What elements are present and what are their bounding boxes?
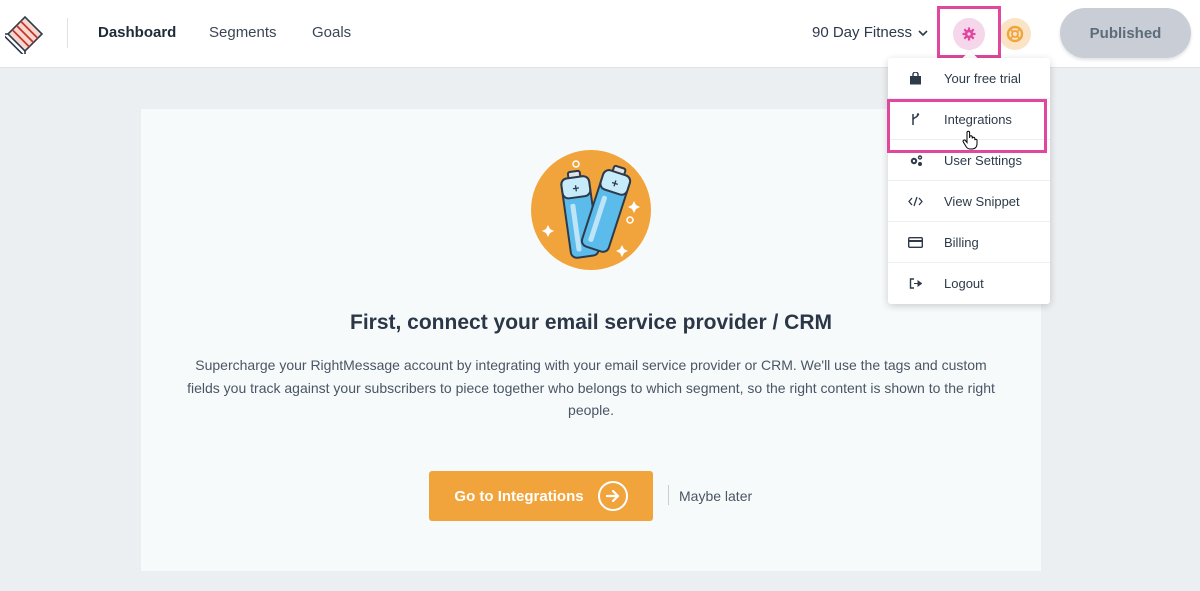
cta-divider: [668, 485, 669, 505]
settings-button[interactable]: [953, 18, 985, 50]
menu-item-user-settings[interactable]: User Settings: [888, 140, 1050, 181]
shopping-bag-icon: [908, 71, 923, 86]
site-selector-dropdown[interactable]: 90 Day Fitness: [812, 24, 928, 41]
branch-icon: [908, 112, 923, 127]
chevron-down-icon: [918, 29, 928, 36]
menu-item-integrations[interactable]: Integrations: [888, 99, 1050, 140]
card-title: First, connect your email service provid…: [350, 311, 832, 334]
cta-label: Go to Integrations: [454, 487, 584, 505]
nav-segments[interactable]: Segments: [209, 24, 277, 41]
menu-item-view-snippet[interactable]: View Snippet: [888, 181, 1050, 222]
sign-out-icon: [908, 276, 923, 291]
menu-item-label: Logout: [944, 276, 984, 291]
menu-item-billing[interactable]: Billing: [888, 222, 1050, 263]
gear-icon: [962, 27, 976, 41]
menu-item-logout[interactable]: Logout: [888, 263, 1050, 304]
menu-item-label: Your free trial: [944, 70, 1021, 86]
help-button[interactable]: [999, 18, 1031, 50]
nav-dashboard[interactable]: Dashboard: [98, 24, 176, 41]
menu-item-free-trial[interactable]: Your free trial: [888, 58, 1050, 99]
batteries-illustration: + +: [531, 150, 651, 270]
logo-divider: [67, 18, 68, 48]
menu-item-label: View Snippet: [944, 193, 1020, 209]
code-icon: [908, 194, 923, 209]
nav-goals[interactable]: Goals: [312, 24, 351, 41]
lifebuoy-icon: [1006, 25, 1024, 43]
credit-card-icon: [908, 235, 923, 250]
menu-item-label: Billing: [944, 234, 979, 250]
gears-icon: [908, 153, 923, 168]
rightmessage-logo[interactable]: [5, 14, 45, 54]
menu-item-label: Integrations: [944, 111, 1012, 127]
go-to-integrations-button[interactable]: Go to Integrations: [429, 471, 653, 521]
settings-dropdown-menu: Your free trial Integrations User Settin…: [888, 58, 1050, 304]
menu-item-label: User Settings: [944, 152, 1023, 168]
card-description: Supercharge your RightMessage account by…: [187, 357, 995, 418]
maybe-later-link[interactable]: Maybe later: [679, 488, 752, 504]
arrow-right-icon: [597, 481, 628, 511]
site-selector-label: 90 Day Fitness: [812, 24, 913, 41]
published-button[interactable]: Published: [1060, 8, 1191, 58]
